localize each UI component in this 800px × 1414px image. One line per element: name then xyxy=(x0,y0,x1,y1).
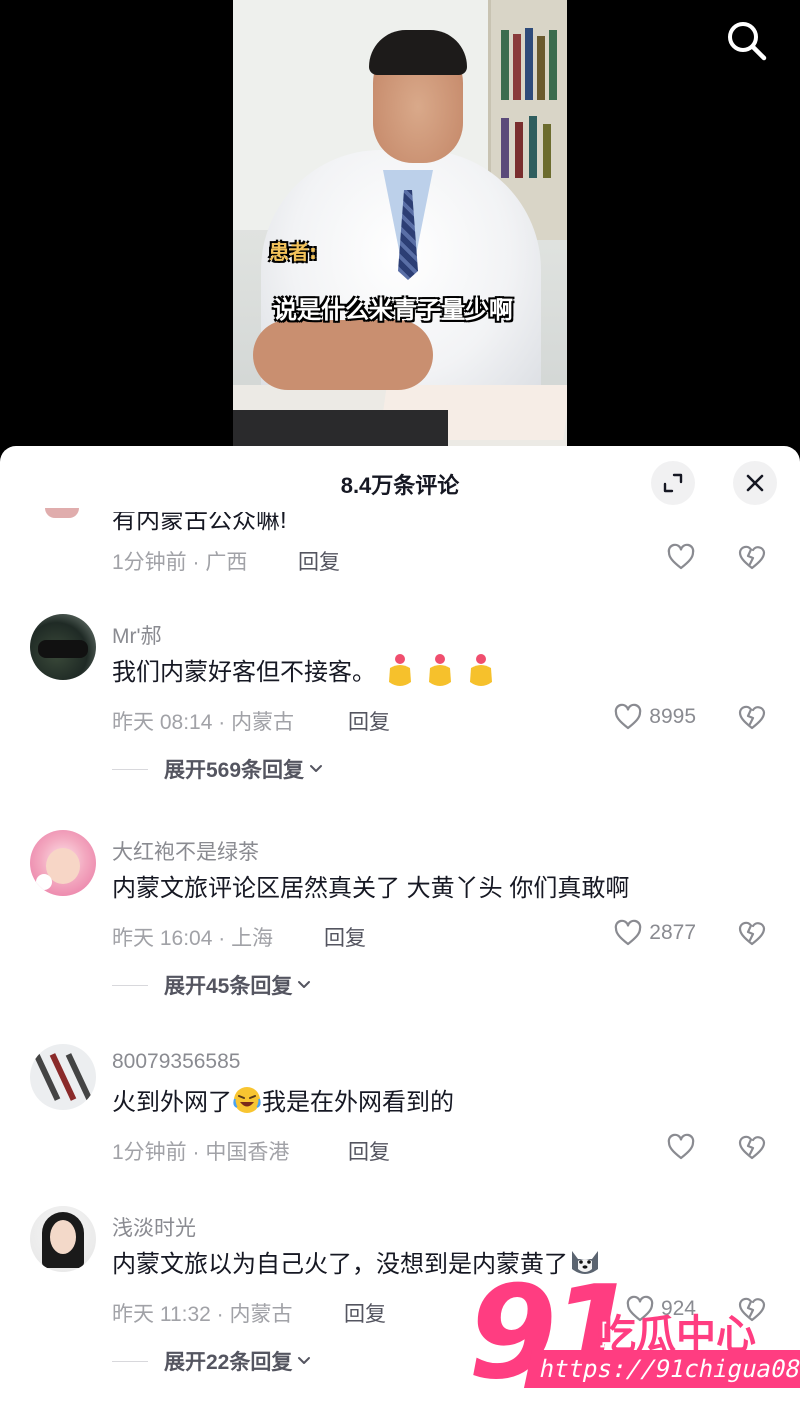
broken-heart-icon xyxy=(738,545,766,570)
avatar[interactable] xyxy=(30,1044,96,1110)
comment-text: 火到外网了 我是在外网看到的 xyxy=(112,1082,454,1122)
comment-username[interactable]: Mr'郝 xyxy=(112,620,162,650)
like-button[interactable]: 8995 xyxy=(613,702,696,732)
reply-button[interactable]: 回复 xyxy=(344,1298,386,1328)
comment-time: 昨天 11:32 xyxy=(112,1303,211,1326)
like-button[interactable]: 2877 xyxy=(613,918,696,948)
broken-heart-icon xyxy=(738,1135,766,1160)
expand-replies-button[interactable]: 展开22条回复 xyxy=(112,1346,312,1376)
video-book xyxy=(501,30,509,100)
avatar[interactable] xyxy=(30,614,96,680)
broken-heart-icon xyxy=(738,705,766,730)
comment-location: 内蒙古 xyxy=(231,711,295,734)
watermark-url: https://91chigua08.com xyxy=(523,1350,800,1388)
expand-replies-label: 展开22条回复 xyxy=(164,1351,293,1374)
chevron-down-icon xyxy=(310,765,323,772)
comment-text: 有内蒙古公众嘛! xyxy=(112,507,287,534)
expand-divider xyxy=(112,984,148,986)
comment-text-before: 火到外网了 xyxy=(112,1089,232,1116)
expand-replies-button[interactable]: 展开569条回复 xyxy=(112,754,324,784)
like-count: 2877 xyxy=(649,921,696,944)
reply-button[interactable]: 回复 xyxy=(324,922,366,952)
comment-sheet: 8.4万条评论 有内蒙古公众嘛! 1分钟前 · 广西 回复 Mr'郝 我们内蒙好… xyxy=(0,446,800,1414)
avatar-dog xyxy=(36,874,52,890)
close-icon xyxy=(746,474,764,492)
video-frame[interactable]: 患者: 说是什么米青子量少啊 xyxy=(233,0,567,446)
expand-divider xyxy=(112,768,148,770)
expand-replies-label: 展开45条回复 xyxy=(164,975,293,998)
avatar-car xyxy=(38,640,88,658)
dislike-button[interactable] xyxy=(737,918,767,953)
video-keyboard xyxy=(233,410,448,446)
expand-replies-label: 展开569条回复 xyxy=(164,759,305,782)
video-book xyxy=(525,28,533,100)
expand-replies-button[interactable]: 展开45条回复 xyxy=(112,970,312,1000)
video-book xyxy=(501,118,509,178)
video-caption-speaker: 患者: xyxy=(269,240,317,264)
video-doctor-hands xyxy=(253,320,433,390)
heart-outline-icon xyxy=(667,1133,695,1160)
comment-time: 昨天 08:14 xyxy=(112,711,213,734)
reply-button[interactable]: 回复 xyxy=(348,1136,390,1166)
video-book xyxy=(513,34,521,100)
comment-username[interactable]: 大红袍不是绿茶 xyxy=(112,836,259,866)
video-book xyxy=(529,116,537,178)
video-doctor-hair xyxy=(369,30,467,75)
comment-meta: 昨天 16:04 · 上海 xyxy=(112,927,274,950)
comment-location: 中国香港 xyxy=(205,1141,290,1164)
like-count: 8995 xyxy=(649,705,696,728)
heart-outline-icon xyxy=(615,703,642,730)
dislike-button[interactable] xyxy=(737,1132,767,1167)
reply-button[interactable]: 回复 xyxy=(298,546,340,576)
search-button[interactable] xyxy=(722,16,770,64)
comment-meta: 昨天 11:32 · 内蒙古 xyxy=(112,1303,293,1326)
avatar-face xyxy=(50,1220,76,1254)
comment-location: 广西 xyxy=(205,551,248,574)
dislike-button[interactable] xyxy=(737,702,767,737)
heart-outline-icon xyxy=(615,919,642,946)
comment-time: 1分钟前 xyxy=(112,1141,187,1164)
video-book xyxy=(537,36,545,100)
chevron-down-icon xyxy=(298,1357,311,1364)
avatar[interactable] xyxy=(30,830,96,896)
comment-text: 内蒙文旅评论区居然真关了 大黄丫头 你们真敢啊 xyxy=(112,875,630,902)
comment-time: 1分钟前 xyxy=(112,551,187,574)
comment-location: 上海 xyxy=(231,927,274,950)
comment-time: 昨天 16:04 xyxy=(112,927,213,950)
video-caption-text: 说是什么米青子量少啊 xyxy=(273,296,513,324)
like-button[interactable] xyxy=(666,542,696,572)
video-book xyxy=(543,124,551,178)
expand-sheet-button[interactable] xyxy=(651,461,695,505)
expand-divider xyxy=(112,1360,148,1362)
avatar[interactable] xyxy=(30,1206,96,1272)
broken-heart-icon xyxy=(738,921,766,946)
comment-username[interactable]: 80079356585 xyxy=(112,1050,240,1074)
comment-text: 我们内蒙好客但不接客。 xyxy=(112,652,498,695)
heart-hands-emoji xyxy=(383,652,498,695)
comment-text-after: 我是在外网看到的 xyxy=(262,1089,454,1116)
comment-location: 内蒙古 xyxy=(229,1303,293,1326)
comment-meta: 昨天 08:14 · 内蒙古 xyxy=(112,711,295,734)
comment-meta: 1分钟前 · 中国香港 xyxy=(112,1141,290,1164)
reply-button[interactable]: 回复 xyxy=(348,706,390,736)
like-button[interactable] xyxy=(666,1132,696,1162)
comment-meta: 1分钟前 · 广西 xyxy=(112,551,248,574)
crying-laughing-emoji xyxy=(232,1085,262,1122)
video-book xyxy=(549,30,557,100)
comment-text-body: 我们内蒙好客但不接客。 xyxy=(112,659,376,686)
video-player[interactable]: 患者: 说是什么米青子量少啊 xyxy=(0,0,800,446)
video-book xyxy=(515,122,523,178)
close-sheet-button[interactable] xyxy=(733,461,777,505)
avatar[interactable] xyxy=(45,508,79,518)
chevron-down-icon xyxy=(298,981,311,988)
search-icon xyxy=(728,22,767,61)
comment-username[interactable]: 浅淡时光 xyxy=(112,1212,196,1242)
expand-icon xyxy=(663,473,683,493)
dislike-button[interactable] xyxy=(737,542,767,577)
heart-outline-icon xyxy=(667,543,695,570)
